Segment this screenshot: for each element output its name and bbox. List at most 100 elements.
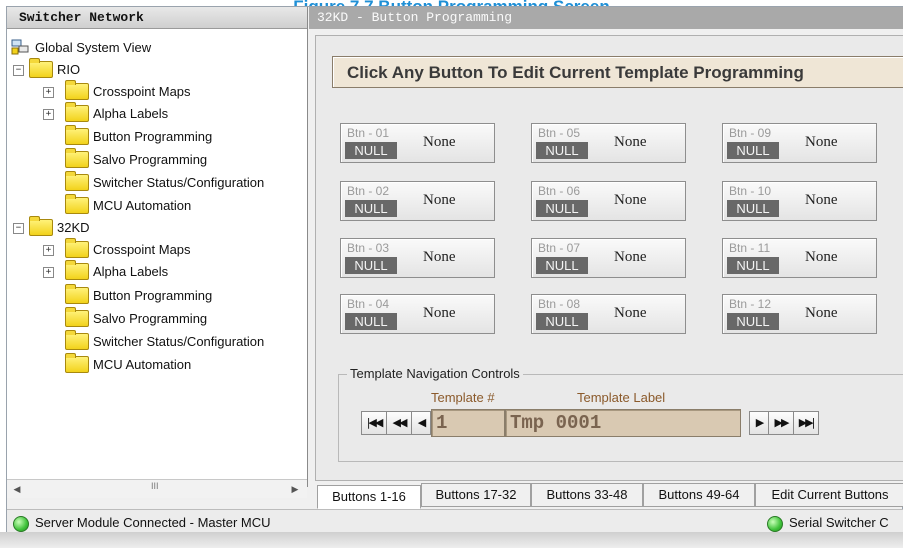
button-tag: NULL (345, 142, 397, 159)
next-template-button[interactable]: ▶ (749, 411, 769, 435)
tree-item-label: Salvo Programming (93, 311, 208, 326)
tree-item-rio-alpha-labels[interactable]: + Alpha Labels (11, 102, 301, 125)
folder-icon (29, 58, 53, 78)
nav-group-legend: Template Navigation Controls (347, 366, 523, 381)
last-template-button[interactable]: ▶▶| (793, 411, 819, 435)
program-button-02[interactable]: Btn - 02 NULL None (340, 181, 495, 221)
rewind-template-button[interactable]: ◀◀ (386, 411, 412, 435)
tab-edit-current-buttons[interactable]: Edit Current Buttons (755, 483, 903, 507)
tree-item-label: MCU Automation (93, 198, 192, 213)
button-tag: NULL (536, 313, 588, 330)
button-page-tabs: Buttons 1-16 Buttons 17-32 Buttons 33-48… (317, 483, 903, 509)
button-tag: NULL (345, 200, 397, 217)
button-number: Btn - 01 (347, 126, 390, 140)
button-programming-pane: 32KD - Button Programming Click Any Butt… (309, 7, 903, 509)
program-button-03[interactable]: Btn - 03 NULL None (340, 238, 495, 278)
folder-icon (65, 171, 89, 191)
button-name: None (614, 305, 647, 321)
programming-panel: Click Any Button To Edit Current Templat… (315, 35, 903, 481)
template-number-field[interactable]: 1 (431, 409, 505, 437)
tab-buttons-49-64[interactable]: Buttons 49-64 (643, 483, 755, 507)
tree-item-32kd-salvo-programming[interactable]: Salvo Programming (11, 307, 301, 330)
program-button-04[interactable]: Btn - 04 NULL None (340, 294, 495, 334)
button-number: Btn - 02 (347, 184, 390, 198)
tree-item-32kd-alpha-labels[interactable]: + Alpha Labels (11, 260, 301, 283)
tree-item-rio-salvo-programming[interactable]: Salvo Programming (11, 148, 301, 171)
program-button-01[interactable]: Btn - 01 NULL None (340, 123, 495, 163)
program-button-10[interactable]: Btn - 10 NULL None (722, 181, 877, 221)
button-tag: NULL (727, 313, 779, 330)
expand-icon[interactable]: + (43, 87, 54, 98)
tree-root-label: Global System View (35, 40, 152, 55)
tab-buttons-1-16[interactable]: Buttons 1-16 (317, 485, 421, 509)
collapse-icon[interactable]: − (13, 65, 24, 76)
forward-template-button[interactable]: ▶▶ (768, 411, 794, 435)
button-tag: NULL (536, 142, 588, 159)
tree-node-rio[interactable]: − RIO (11, 58, 301, 81)
folder-icon (65, 330, 89, 350)
tree-item-label: Salvo Programming (93, 152, 208, 167)
previous-template-button[interactable]: ◀ (411, 411, 431, 435)
button-number: Btn - 07 (538, 241, 581, 255)
button-number: Btn - 11 (729, 241, 771, 255)
tree-item-32kd-switcher-status[interactable]: Switcher Status/Configuration (11, 330, 301, 353)
program-button-09[interactable]: Btn - 09 NULL None (722, 123, 877, 163)
tree-node-label: 32KD (57, 220, 90, 235)
left-pane-title: Switcher Network (7, 7, 307, 29)
button-name: None (614, 249, 647, 265)
button-number: Btn - 03 (347, 241, 390, 255)
scroll-left-icon[interactable]: ◀ (9, 481, 25, 497)
tree-item-rio-switcher-status[interactable]: Switcher Status/Configuration (11, 171, 301, 194)
horizontal-scrollbar[interactable]: ◀ III ▶ (7, 479, 307, 498)
expand-icon[interactable]: + (43, 267, 54, 278)
button-name: None (805, 134, 838, 150)
button-name: None (614, 192, 647, 208)
folder-icon (65, 353, 89, 373)
collapse-icon[interactable]: − (13, 223, 24, 234)
tree-item-32kd-mcu-automation[interactable]: MCU Automation (11, 353, 301, 376)
scroll-thumb-grip[interactable]: III (151, 481, 159, 491)
folder-icon (65, 125, 89, 145)
program-button-05[interactable]: Btn - 05 NULL None (531, 123, 686, 163)
serial-switcher-status-text: Serial Switcher C (789, 515, 889, 530)
button-name: None (805, 249, 838, 265)
tree-item-label: Alpha Labels (93, 106, 169, 121)
template-label-field[interactable]: Tmp 0001 (505, 409, 741, 437)
tree-root-global-system-view[interactable]: Global System View (11, 37, 301, 59)
tree-item-label: Switcher Status/Configuration (93, 175, 265, 190)
button-name: None (423, 305, 456, 321)
tree-item-rio-mcu-automation[interactable]: MCU Automation (11, 194, 301, 217)
program-button-12[interactable]: Btn - 12 NULL None (722, 294, 877, 334)
tree-node-label: RIO (57, 62, 81, 77)
tree-item-rio-crosspoint-maps[interactable]: + Crosspoint Maps (11, 80, 301, 103)
tree-item-32kd-button-programming[interactable]: Button Programming (11, 284, 301, 307)
button-name: None (423, 249, 456, 265)
tab-buttons-17-32[interactable]: Buttons 17-32 (421, 483, 531, 507)
tree-item-label: Switcher Status/Configuration (93, 334, 265, 349)
program-button-08[interactable]: Btn - 08 NULL None (531, 294, 686, 334)
right-pane-title: 32KD - Button Programming (309, 7, 903, 29)
server-status-text: Server Module Connected - Master MCU (35, 515, 271, 530)
expand-icon[interactable]: + (43, 109, 54, 120)
tree-item-rio-button-programming[interactable]: Button Programming (11, 125, 301, 148)
program-button-07[interactable]: Btn - 07 NULL None (531, 238, 686, 278)
program-button-11[interactable]: Btn - 11 NULL None (722, 238, 877, 278)
folder-icon (65, 102, 89, 122)
tree-item-32kd-crosspoint-maps[interactable]: + Crosspoint Maps (11, 238, 301, 261)
tree-node-32kd[interactable]: − 32KD (11, 216, 301, 239)
switcher-network-pane: Switcher Network Global System View − RI… (7, 7, 308, 498)
tree-item-label: Alpha Labels (93, 264, 169, 279)
button-number: Btn - 09 (729, 126, 772, 140)
scroll-right-icon[interactable]: ▶ (287, 481, 303, 497)
button-tag: NULL (536, 257, 588, 274)
button-tag: NULL (345, 313, 397, 330)
program-button-06[interactable]: Btn - 06 NULL None (531, 181, 686, 221)
expand-icon[interactable]: + (43, 245, 54, 256)
application-window: Switcher Network Global System View − RI… (6, 6, 903, 536)
tree-item-label: MCU Automation (93, 357, 192, 372)
button-tag: NULL (727, 200, 779, 217)
button-number: Btn - 04 (347, 297, 390, 311)
folder-icon (65, 238, 89, 258)
first-template-button[interactable]: |◀◀ (361, 411, 387, 435)
tab-buttons-33-48[interactable]: Buttons 33-48 (531, 483, 643, 507)
